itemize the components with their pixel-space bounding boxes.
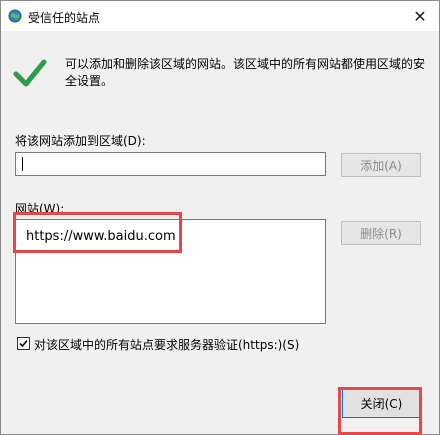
add-site-input[interactable] bbox=[15, 152, 326, 176]
close-window-icon[interactable]: ✕ bbox=[401, 1, 439, 31]
add-button[interactable]: 添加(A) bbox=[341, 153, 421, 177]
checkmark-icon bbox=[13, 56, 47, 90]
https-checkbox-label[interactable]: 对该区域中的所有站点要求服务器验证(https:)(S) bbox=[34, 336, 299, 353]
text-caret bbox=[22, 157, 23, 171]
sites-label: 网站(W): bbox=[15, 202, 65, 216]
globe-icon bbox=[8, 9, 22, 23]
sites-list[interactable]: https://www.baidu.com bbox=[15, 219, 326, 324]
list-item[interactable]: https://www.baidu.com bbox=[26, 229, 176, 244]
title-bar: 受信任的站点 ✕ bbox=[1, 1, 439, 31]
close-button[interactable]: 关闭(C) bbox=[342, 389, 421, 418]
dialog-body: 可以添加和删除该区域的网站。该区域中的所有网站都使用区域的安全设置。 将该网站添… bbox=[1, 31, 439, 435]
add-site-label: 将该网站添加到区域(D): bbox=[15, 134, 146, 148]
zone-description: 可以添加和删除该区域的网站。该区域中的所有网站都使用区域的安全设置。 bbox=[65, 57, 426, 88]
window-title: 受信任的站点 bbox=[28, 11, 101, 25]
remove-button[interactable]: 删除(R) bbox=[341, 221, 421, 245]
https-checkbox[interactable] bbox=[17, 337, 30, 350]
dialog-window: 受信任的站点 ✕ 可以添加和删除该区域的网站。该区域中的所有网站都使用区域的安全… bbox=[0, 0, 440, 435]
